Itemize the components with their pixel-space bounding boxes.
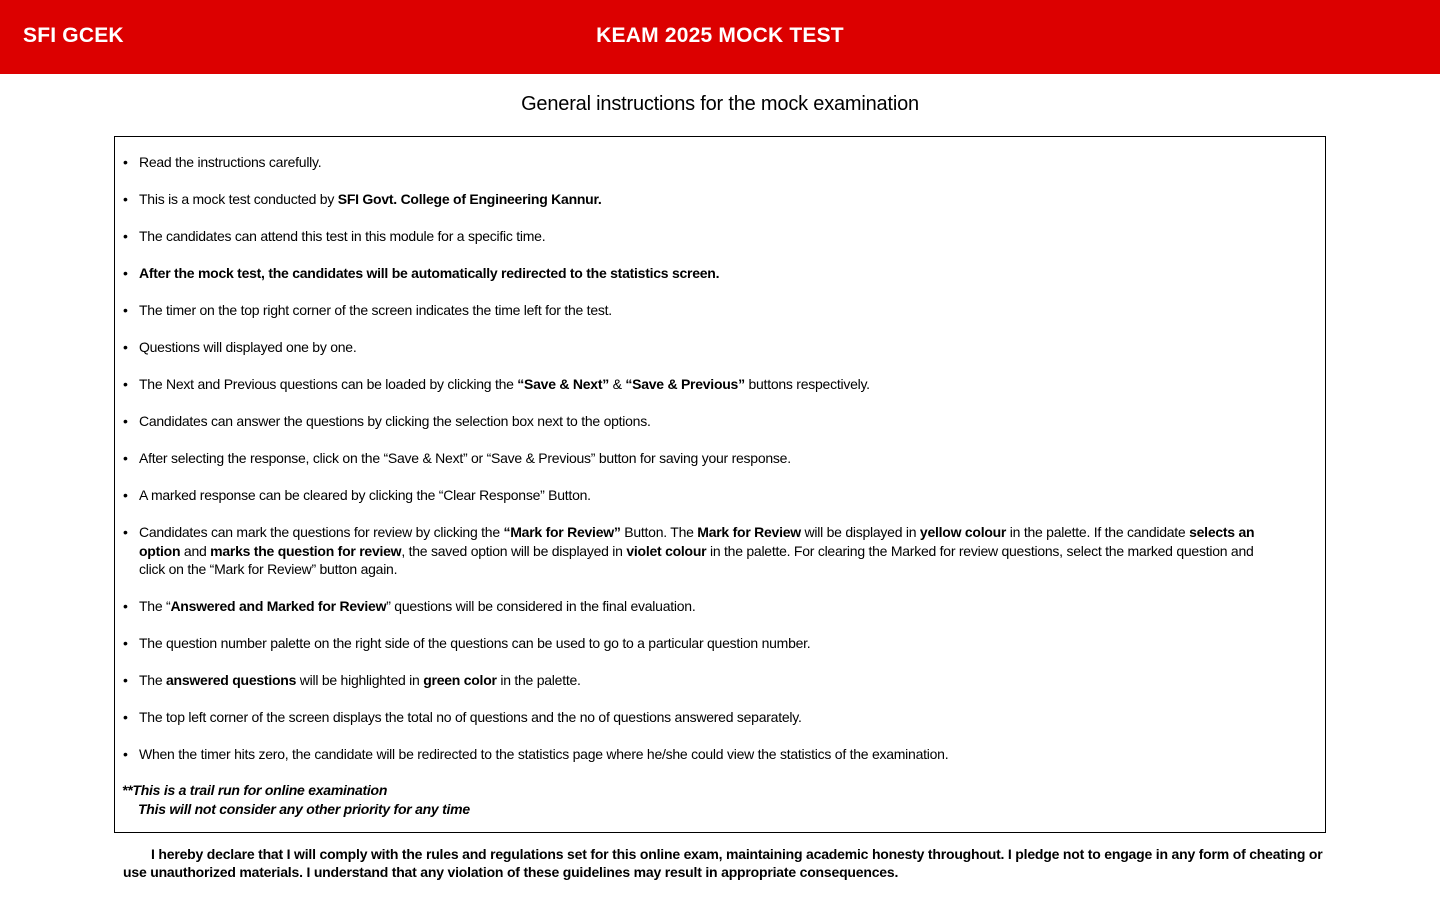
instruction-text: “Save & Previous” bbox=[625, 376, 745, 392]
instruction-text: Candidates can mark the questions for re… bbox=[139, 524, 504, 540]
instruction-text: The “ bbox=[139, 598, 171, 614]
instruction-text: ” questions will be considered in the fi… bbox=[386, 598, 696, 614]
instruction-text: and bbox=[180, 542, 211, 559]
instruction-text: The top left corner of the screen displa… bbox=[139, 709, 802, 725]
instruction-item: The “Answered and Marked for Review” que… bbox=[123, 597, 1269, 616]
instruction-text: SFI Govt. College of Engineering Kannur. bbox=[337, 191, 602, 207]
instruction-item: Read the instructions carefully. bbox=[123, 153, 1269, 172]
instruction-text: Mark for Review bbox=[697, 524, 801, 540]
instruction-text: will be highlighted in bbox=[296, 672, 424, 688]
instruction-item: The Next and Previous questions can be l… bbox=[123, 375, 1269, 394]
instruction-text: After selecting the response, click on t… bbox=[139, 450, 791, 466]
instruction-text: , the saved option will be displayed in bbox=[401, 542, 627, 559]
trial-note: **This is a trail run for online examina… bbox=[122, 781, 470, 818]
instruction-item: The timer on the top right corner of the… bbox=[123, 301, 1269, 320]
instruction-item: A marked response can be cleared by clic… bbox=[123, 486, 1269, 505]
instruction-text: The question number palette on the right… bbox=[139, 635, 811, 651]
instruction-item: After selecting the response, click on t… bbox=[123, 449, 1269, 468]
instruction-item: Candidates can mark the questions for re… bbox=[123, 523, 1269, 579]
instruction-item: The answered questions will be highlight… bbox=[123, 671, 1269, 690]
instruction-text: & bbox=[608, 376, 626, 392]
instruction-text: marks the question for review bbox=[210, 542, 402, 559]
instruction-text: in the palette. bbox=[496, 672, 581, 688]
trial-note-line1: **This is a trail run for online examina… bbox=[122, 782, 388, 798]
instruction-text: This is a mock test conducted by bbox=[139, 191, 338, 207]
instruction-text: Answered and Marked for Review bbox=[170, 598, 387, 614]
instruction-text: A marked response can be cleared by clic… bbox=[139, 487, 591, 503]
instruction-text: “Save & Next” bbox=[517, 376, 609, 392]
instruction-text: Candidates can answer the questions by c… bbox=[139, 413, 651, 429]
instruction-text: in the palette. If the candidate bbox=[1006, 524, 1190, 540]
instruction-item: The question number palette on the right… bbox=[123, 634, 1269, 653]
header-bar: SFI GCEK KEAM 2025 MOCK TEST bbox=[0, 0, 1440, 74]
instruction-item: Questions will displayed one by one. bbox=[123, 338, 1269, 357]
instruction-text: “Mark for Review” bbox=[503, 524, 621, 540]
instruction-item: The candidates can attend this test in t… bbox=[123, 227, 1269, 246]
instruction-text: green color bbox=[423, 672, 497, 688]
instruction-text: Read the instructions carefully. bbox=[139, 154, 322, 170]
instruction-item: After the mock test, the candidates will… bbox=[123, 264, 1269, 283]
instruction-text: The timer on the top right corner of the… bbox=[139, 302, 612, 318]
instruction-text: When the timer hits zero, the candidate … bbox=[139, 746, 949, 762]
instruction-item: This is a mock test conducted by SFI Gov… bbox=[123, 190, 1269, 209]
instruction-item: When the timer hits zero, the candidate … bbox=[123, 745, 1269, 764]
instructions-list: Read the instructions carefully. This is … bbox=[123, 153, 1269, 782]
instruction-text: Button. The bbox=[620, 524, 698, 540]
instruction-text: yellow colour bbox=[919, 524, 1007, 540]
instruction-text: Questions will displayed one by one. bbox=[139, 339, 357, 355]
instruction-text: will be displayed in bbox=[800, 524, 920, 540]
page-title: KEAM 2025 MOCK TEST bbox=[596, 24, 844, 47]
instruction-text: The Next and Previous questions can be l… bbox=[139, 376, 518, 392]
instruction-text: After the mock test, the candidates will… bbox=[139, 265, 720, 281]
instruction-item: Candidates can answer the questions by c… bbox=[123, 412, 1269, 431]
instruction-text: answered questions bbox=[166, 672, 297, 688]
trial-note-line2: This will not consider any other priorit… bbox=[138, 800, 470, 817]
instruction-text: buttons respectively. bbox=[744, 376, 870, 392]
instructions-heading: General instructions for the mock examin… bbox=[521, 93, 919, 115]
instruction-text: The bbox=[139, 672, 167, 688]
declaration-text: I hereby declare that I will comply with… bbox=[123, 846, 1323, 880]
instructions-panel: Read the instructions carefully. This is … bbox=[114, 136, 1326, 833]
instruction-item: The top left corner of the screen displa… bbox=[123, 708, 1269, 727]
instruction-text: The candidates can attend this test in t… bbox=[139, 228, 546, 244]
instruction-text: violet colour bbox=[626, 542, 707, 559]
